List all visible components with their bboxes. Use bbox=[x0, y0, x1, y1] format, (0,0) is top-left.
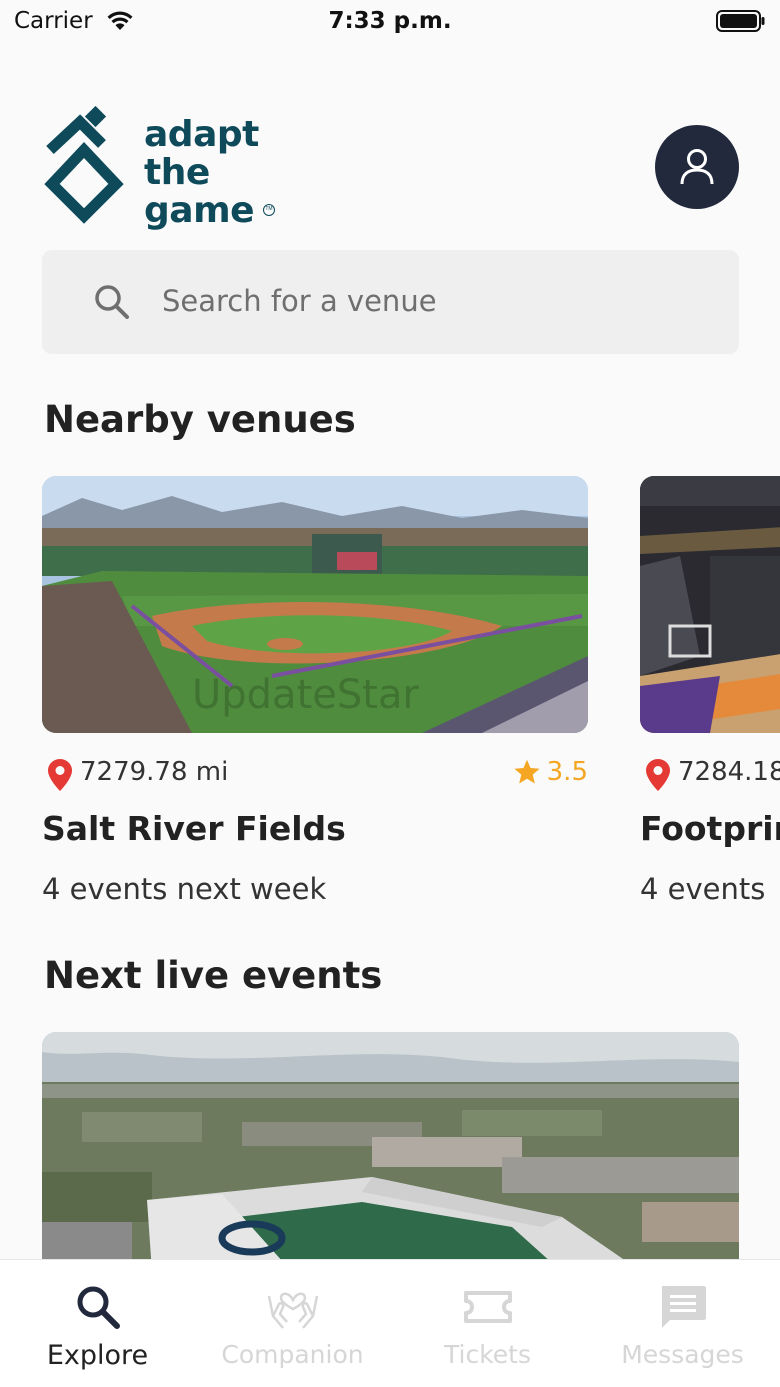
venue-image bbox=[640, 476, 780, 733]
tab-label: Messages bbox=[621, 1340, 744, 1369]
next-live-events-title: Next live events bbox=[44, 954, 383, 997]
search-icon bbox=[95, 285, 129, 319]
brand-logo: adapt the game TM bbox=[44, 106, 284, 230]
venue-card[interactable]: UpdateStar 7279.78 mi 3.5 Salt River Fie… bbox=[42, 476, 588, 906]
venue-rating: 3.5 bbox=[513, 757, 588, 787]
location-pin-icon bbox=[646, 759, 670, 791]
search-icon bbox=[77, 1286, 120, 1329]
location-pin-icon bbox=[48, 759, 72, 791]
tab-label: Explore bbox=[46, 1340, 149, 1371]
event-image bbox=[42, 1032, 739, 1272]
profile-button[interactable] bbox=[655, 125, 739, 209]
status-time: 7:33 p.m. bbox=[328, 8, 452, 34]
brand-line-3: game bbox=[144, 190, 254, 231]
venue-card[interactable]: 7284.18 Footprint 4 events bbox=[640, 476, 780, 906]
brand-line-2: the bbox=[144, 152, 210, 193]
tab-messages[interactable]: Messages bbox=[585, 1260, 780, 1387]
brand-wordmark: adapt the game bbox=[144, 116, 259, 230]
venue-image: UpdateStar bbox=[42, 476, 588, 733]
venue-meta: 7279.78 mi 3.5 bbox=[42, 755, 588, 805]
image-watermark: UpdateStar bbox=[192, 672, 419, 718]
brand-mark-icon bbox=[44, 106, 124, 224]
nearby-venues-title: Nearby venues bbox=[44, 398, 356, 441]
star-icon bbox=[514, 759, 540, 784]
venue-name: Salt River Fields bbox=[42, 809, 346, 848]
venue-name: Footprint bbox=[640, 809, 780, 848]
event-card[interactable] bbox=[42, 1032, 739, 1272]
venue-events: 4 events bbox=[640, 872, 766, 906]
venue-distance: 7279.78 mi bbox=[80, 757, 229, 787]
venue-events: 4 events next week bbox=[42, 872, 327, 906]
battery-icon bbox=[716, 10, 765, 32]
heart-hands-icon bbox=[267, 1292, 318, 1329]
ticket-icon bbox=[463, 1291, 512, 1323]
brand-line-1: adapt bbox=[144, 114, 259, 155]
tab-tickets[interactable]: Tickets bbox=[390, 1260, 585, 1387]
trademark-mark: TM bbox=[263, 204, 275, 216]
message-icon bbox=[661, 1286, 706, 1328]
status-bar: Carrier 7:33 p.m. bbox=[0, 0, 780, 44]
tab-label: Companion bbox=[221, 1340, 364, 1369]
tab-label: Tickets bbox=[444, 1340, 531, 1369]
venue-distance: 7284.18 bbox=[678, 757, 780, 787]
user-icon bbox=[680, 149, 714, 185]
search-input[interactable] bbox=[162, 276, 682, 326]
tab-explore[interactable]: Explore bbox=[0, 1260, 195, 1387]
bottom-tab-bar: Explore Companion Tickets Messages bbox=[0, 1259, 780, 1387]
search-bar[interactable] bbox=[42, 250, 739, 354]
venue-meta: 7284.18 bbox=[640, 755, 780, 805]
rating-value: 3.5 bbox=[546, 757, 588, 787]
tab-companion[interactable]: Companion bbox=[195, 1260, 390, 1387]
